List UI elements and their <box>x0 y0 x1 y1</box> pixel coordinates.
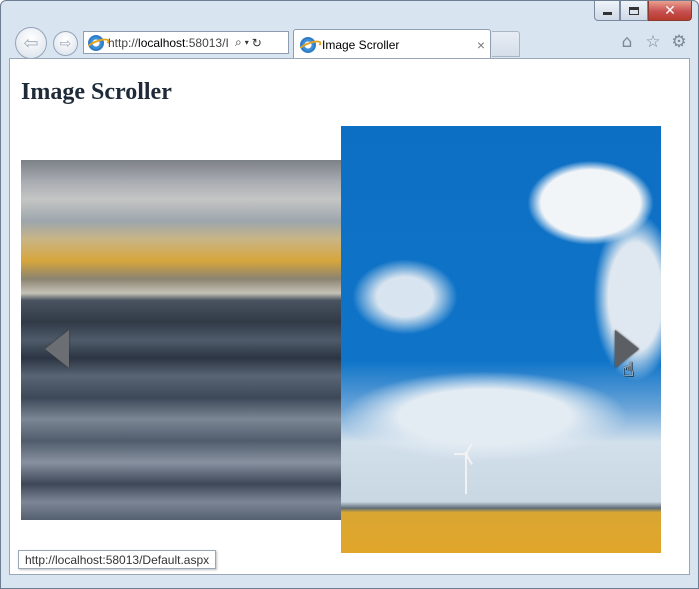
toolbar-icons: ⌂ ☆ ⚙ <box>618 32 688 52</box>
forward-button[interactable]: ⇨ <box>53 31 78 56</box>
scroll-left-arrow-icon[interactable] <box>45 330 69 368</box>
navigation-bar: ⇦ ⇨ http://localhost:58013/I ⌕ ▾ ↻ Image… <box>1 23 698 59</box>
close-window-button[interactable]: ✕ <box>648 1 692 21</box>
page-title: Image Scroller <box>21 79 172 105</box>
maximize-icon <box>629 6 639 15</box>
address-host: localhost <box>138 35 186 50</box>
favorites-star-icon[interactable]: ☆ <box>644 32 662 52</box>
back-arrow-icon: ⇦ <box>23 32 39 54</box>
minimize-button[interactable] <box>594 1 620 21</box>
ie-tab-icon <box>300 36 316 53</box>
settings-gear-icon[interactable]: ⚙ <box>670 32 688 52</box>
status-bar-url: http://localhost:58013/Default.aspx <box>18 550 217 569</box>
maximize-button[interactable] <box>620 1 648 21</box>
close-icon: ✕ <box>664 2 676 19</box>
address-bar[interactable]: http://localhost:58013/I ⌕ ▾ ↻ <box>83 31 289 54</box>
address-path: :58013/I <box>185 35 229 50</box>
search-icon[interactable]: ⌕ <box>235 35 242 50</box>
dropdown-arrow-icon[interactable]: ▾ <box>245 38 249 47</box>
refresh-icon[interactable]: ↻ <box>252 36 262 50</box>
browser-window: ✕ ⇦ ⇨ http://localhost:58013/I ⌕ ▾ ↻ Ima… <box>0 0 699 589</box>
forward-arrow-icon: ⇨ <box>59 35 72 52</box>
home-icon[interactable]: ⌂ <box>618 32 636 52</box>
window-caption-buttons: ✕ <box>594 1 692 21</box>
new-tab-button[interactable] <box>492 31 520 57</box>
page-content: Image Scroller ☝ <box>9 58 690 575</box>
minimize-icon <box>602 12 612 15</box>
ie-page-icon <box>88 34 104 51</box>
tab-close-icon[interactable]: × <box>472 37 490 53</box>
address-scheme: http:// <box>108 35 139 50</box>
hand-pointer-cursor-icon: ☝ <box>622 357 635 381</box>
sky-wind-turbine-image <box>341 126 661 553</box>
address-text[interactable]: http://localhost:58013/I <box>108 36 232 50</box>
back-button[interactable]: ⇦ <box>15 27 47 59</box>
tab-image-scroller[interactable]: Image Scroller × <box>293 29 491 59</box>
sea-sunset-image <box>21 160 341 520</box>
tab-title: Image Scroller <box>322 37 400 52</box>
